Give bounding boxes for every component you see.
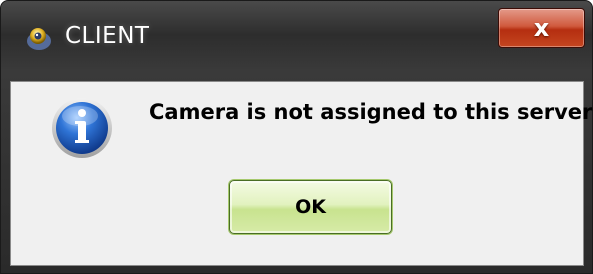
window-title: CLIENT (65, 23, 150, 49)
dialog-message: Camera is not assigned to this server (149, 100, 593, 124)
close-icon: x (533, 14, 550, 42)
app-camera-icon (25, 25, 53, 53)
title-bar[interactable]: CLIENT x (1, 1, 593, 81)
ok-button[interactable]: OK (229, 180, 392, 234)
close-button[interactable]: x (498, 8, 585, 48)
dialog-content: Camera is not assigned to this server OK (10, 81, 592, 266)
info-icon (50, 96, 114, 160)
dialog-window: CLIENT x Camera is not assigned to this … (0, 0, 593, 274)
